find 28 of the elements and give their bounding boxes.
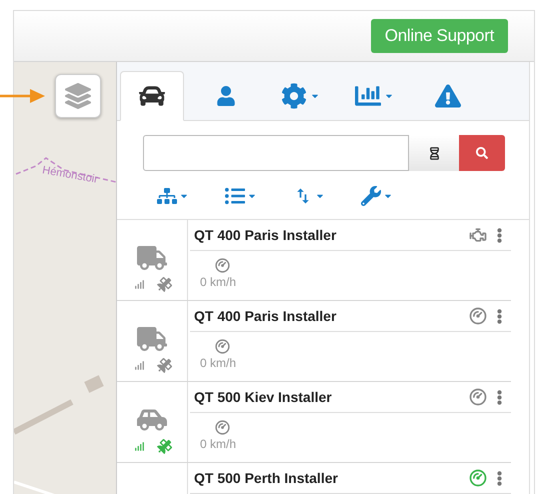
truck-icon	[137, 324, 167, 354]
vehicle-name: QT 500 Perth Installer	[194, 470, 339, 486]
car-tab[interactable]	[120, 71, 184, 121]
wrench-icon	[361, 186, 381, 206]
speed-reading: 0 km/h	[200, 356, 236, 370]
warning-icon	[435, 83, 461, 109]
search-button[interactable]	[459, 135, 505, 171]
speed-reading: 0 km/h	[200, 437, 236, 451]
vehicle-name: QT 400 Paris Installer	[194, 308, 338, 324]
speedometer-icon	[214, 419, 231, 436]
layers-button[interactable]	[55, 74, 101, 118]
list-icon	[225, 186, 245, 206]
vehicle-name: QT 500 Kiev Installer	[194, 389, 333, 405]
search-icon	[476, 147, 488, 159]
settings-icon	[280, 83, 306, 109]
map-road	[14, 399, 74, 435]
speed-reading: 0 km/h	[200, 275, 236, 289]
hierarchy-icon	[157, 186, 177, 206]
layers-icon	[65, 83, 91, 109]
online-support-button[interactable]: Online Support	[370, 19, 508, 53]
map-place-label: Hémonstoir	[41, 164, 99, 186]
search-field[interactable]	[143, 135, 409, 171]
vehicle-name: QT 400 Paris Installer	[194, 227, 338, 243]
speedometer-icon	[214, 338, 231, 355]
user-icon	[216, 86, 236, 106]
speedometer-icon	[214, 257, 231, 274]
pointer-arrow	[0, 88, 46, 104]
truck-icon	[137, 243, 167, 273]
